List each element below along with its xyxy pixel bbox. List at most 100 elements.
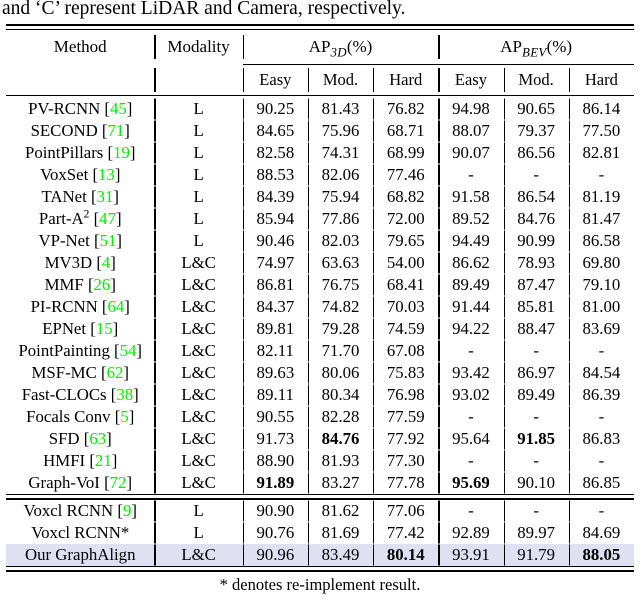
row-value: 80.34: [307, 384, 373, 406]
column-separator: [373, 544, 375, 566]
row-value: 94.22: [438, 318, 503, 340]
table-row: MMF [26] L&C 86.81 76.75 68.41 89.49 87.47 79.1…: [6, 274, 634, 296]
column-separator: [242, 406, 244, 428]
row-method-name: MMF [26]: [44, 275, 116, 294]
row-value: 77.42: [373, 522, 438, 544]
column-separator: [373, 98, 375, 120]
row-method-name: Focals Conv [5]: [26, 407, 135, 426]
table-row: SFD [63] L&C 91.73 84.76 77.92 95.64 91.85 86.8…: [6, 428, 634, 450]
row-value: -: [568, 164, 634, 186]
row-method-name: PointPillars [19]: [24, 143, 136, 162]
table-row: Focals Conv [5] L&C 90.55 82.28 77.59- - -: [6, 406, 634, 428]
row-value: 91.89: [242, 472, 308, 495]
row-value: 82.81: [568, 142, 634, 164]
column-separator: [307, 500, 310, 522]
row-value: 86.97: [503, 362, 569, 384]
row-value: 86.83: [568, 428, 634, 450]
row-value: 88.07: [438, 120, 503, 142]
row-value: 80.14: [373, 544, 439, 567]
header-sub-spacer-method: [6, 65, 154, 96]
row-value: 74.31: [307, 142, 373, 164]
row-value: 90.55: [242, 406, 308, 428]
row-value: 77.30: [373, 450, 438, 472]
column-separator: [438, 500, 440, 522]
column-separator: [373, 252, 375, 274]
row-value: 85.81: [503, 296, 569, 318]
column-separator: [438, 296, 440, 318]
row-modality: L&C: [154, 296, 242, 318]
row-value: 74.59: [373, 318, 438, 340]
row-value: 88.53: [242, 164, 308, 186]
row-value: -: [503, 450, 569, 472]
column-separator: [307, 406, 310, 428]
column-separator: [242, 142, 244, 164]
row-value: 77.50: [568, 120, 634, 142]
row-value: 81.62: [307, 499, 373, 522]
row-value: 75.83: [373, 362, 438, 384]
column-separator: [307, 318, 310, 340]
row-modality: L&C: [154, 450, 242, 472]
column-separator: [242, 230, 244, 252]
table-row: VP-Net [51] L 90.46 82.03 79.65 94.49 90.99 86.…: [6, 230, 634, 252]
column-separator: [307, 544, 310, 566]
table-row: PV-RCNN [45] L 90.25 81.43 76.82 94.98 90.65 86…: [6, 98, 634, 120]
row-value: -: [438, 499, 503, 522]
row-value: 89.11: [242, 384, 308, 406]
column-separator: [242, 252, 244, 274]
column-separator: [307, 186, 310, 208]
row-method-name: EPNet [15]: [42, 319, 119, 338]
table-row: Part-A2 [47] L 85.94 77.86 72.00 89.52 84.76 81…: [6, 208, 634, 230]
row-value: 84.39: [242, 186, 308, 208]
column-separator: [154, 230, 156, 252]
column-separator: [373, 68, 375, 92]
row-method-name: SECOND [71]: [30, 121, 130, 140]
row-method-name: SFD [63]: [48, 429, 112, 448]
row-value: 86.85: [568, 472, 634, 495]
row-value: 67.08: [373, 340, 438, 362]
row-modality: L: [154, 208, 242, 230]
column-separator: [154, 522, 156, 544]
row-value: 84.54: [568, 362, 634, 384]
footnote-text: * denotes re-implement result.: [219, 575, 421, 594]
column-separator: [242, 450, 244, 472]
row-value: 89.81: [242, 318, 308, 340]
row-modality: L: [154, 98, 242, 120]
row-value: -: [438, 164, 503, 186]
column-separator: [154, 428, 156, 450]
column-separator: [438, 274, 440, 296]
column-separator: [373, 164, 375, 186]
column-separator: [242, 340, 244, 362]
row-value: 90.10: [503, 472, 569, 495]
row-value: 82.06: [307, 164, 373, 186]
results-table-container: Method Modality AP3D(%) APBEV(%) Easy Mod. Har…: [6, 24, 634, 572]
row-value: -: [503, 164, 569, 186]
column-separator: [503, 318, 505, 340]
row-method-name: MSF-MC [62]: [31, 363, 129, 382]
row-value: 84.69: [568, 522, 634, 544]
row-modality: L: [154, 164, 242, 186]
header-sub-5: Hard: [568, 65, 634, 96]
row-value: 76.98: [373, 384, 438, 406]
column-separator: [568, 164, 570, 186]
header-sub-1: Mod.: [307, 65, 373, 96]
row-value: 76.82: [373, 98, 438, 120]
column-separator: [568, 500, 570, 522]
column-separator: [568, 406, 570, 428]
column-separator: [503, 274, 505, 296]
column-separator: [438, 544, 440, 566]
column-separator: [307, 230, 310, 252]
column-separator: [568, 544, 570, 566]
column-separator: [503, 230, 505, 252]
row-value: 90.99: [503, 230, 569, 252]
column-separator: [154, 35, 156, 60]
row-value: 89.49: [438, 274, 503, 296]
table-row: VoxSet [13] L 88.53 82.06 77.46- - -: [6, 164, 634, 186]
row-value: 84.37: [242, 296, 308, 318]
column-separator: [373, 472, 375, 494]
column-separator: [154, 67, 156, 92]
row-method-name: VoxSet [13]: [40, 165, 121, 184]
row-value: 89.63: [242, 362, 308, 384]
row-value: 85.94: [242, 208, 308, 230]
column-separator: [154, 450, 156, 472]
row-value: 82.11: [242, 340, 308, 362]
